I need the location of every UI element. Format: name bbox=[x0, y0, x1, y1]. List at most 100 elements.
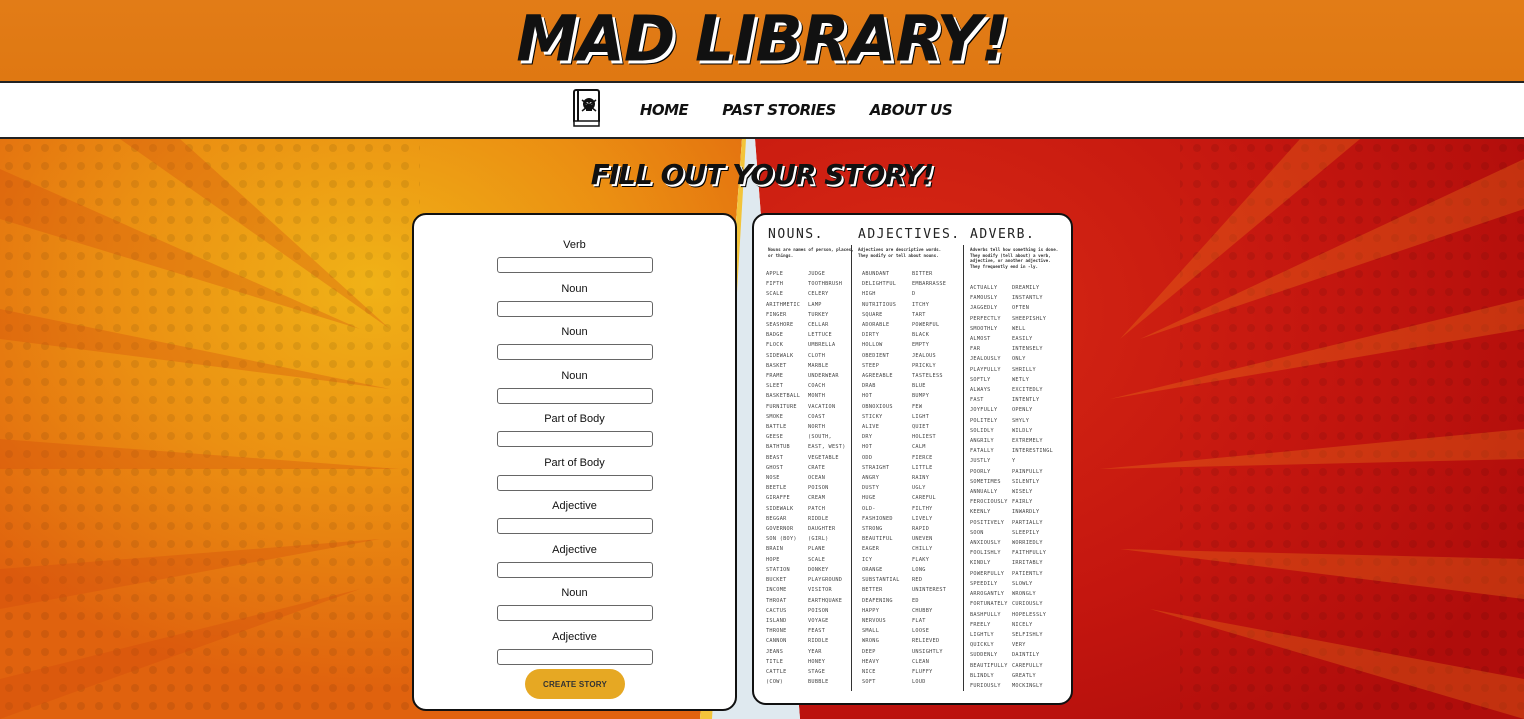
skull-book-icon bbox=[572, 88, 600, 127]
word-item: POISON bbox=[808, 485, 829, 492]
word-item: HOPE bbox=[766, 556, 780, 563]
word-item: ITCHY bbox=[912, 301, 930, 308]
word-item: BUCKET bbox=[766, 577, 787, 584]
word-item: FIFTH bbox=[766, 281, 784, 288]
adjective-input-2[interactable] bbox=[496, 561, 653, 578]
part-of-body-input-2[interactable] bbox=[496, 474, 653, 491]
word-item: SOFTLY bbox=[970, 376, 991, 383]
word-item: FREELY bbox=[970, 621, 991, 628]
word-item: NORTH bbox=[808, 424, 826, 431]
noun-input-4[interactable] bbox=[496, 604, 653, 621]
verb-input[interactable] bbox=[496, 256, 653, 273]
word-item: SPEEDILY bbox=[970, 580, 998, 587]
word-item: PRICKLY bbox=[912, 362, 936, 369]
word-item: FAMOUSLY bbox=[970, 295, 998, 302]
word-item: CALM bbox=[912, 444, 926, 451]
word-item: ABUNDANT bbox=[862, 271, 890, 277]
word-item: UNDERWEAR bbox=[808, 373, 839, 380]
word-item: JUDGE bbox=[808, 271, 826, 277]
word-item: PARTIALLY bbox=[1012, 519, 1043, 526]
word-item: ANXIOUSLY bbox=[970, 540, 1001, 547]
form-field: Noun bbox=[414, 283, 735, 317]
word-item: PATCH bbox=[808, 505, 826, 512]
word-item: VISITOR bbox=[808, 587, 832, 594]
word-item: ALIVE bbox=[862, 424, 880, 431]
part-of-body-input-1[interactable] bbox=[496, 430, 653, 447]
word-item: HUGE bbox=[862, 495, 876, 502]
word-item: OCEAN bbox=[808, 475, 826, 482]
word-item: WORRIEDLY bbox=[1012, 540, 1043, 547]
word-item: FASHIONED bbox=[862, 515, 893, 522]
form-field: Verb bbox=[414, 239, 735, 273]
nav-past-stories-link[interactable]: PAST STORIES bbox=[722, 101, 836, 119]
word-item: JEALOUS bbox=[912, 352, 936, 359]
word-item: FLUFFY bbox=[912, 668, 933, 675]
nav-about-us-link[interactable]: ABOUT US bbox=[870, 101, 953, 119]
noun-input-2[interactable] bbox=[496, 343, 653, 360]
word-item: LIVELY bbox=[912, 515, 933, 522]
field-label: Noun bbox=[561, 370, 588, 382]
word-item: BADGE bbox=[766, 332, 784, 339]
word-item: JEALOUSLY bbox=[970, 356, 1001, 363]
word-item: LIGHTLY bbox=[970, 631, 994, 638]
word-item: SOLIDLY bbox=[970, 427, 994, 434]
word-item: SLEEPILY bbox=[1012, 529, 1040, 536]
noun-input-3[interactable] bbox=[496, 387, 653, 404]
word-item: SMOKE bbox=[766, 413, 784, 420]
word-item: FEROCIOUSLY bbox=[970, 499, 1008, 506]
field-label: Adjective bbox=[552, 500, 597, 512]
word-item: ED bbox=[912, 597, 919, 604]
nav-home-link[interactable]: HOME bbox=[640, 101, 689, 119]
form-field: Part of Body bbox=[414, 457, 735, 491]
field-label: Noun bbox=[561, 587, 588, 599]
word-item: SHEEPISHLY bbox=[1012, 315, 1047, 322]
word-item: HOLLOW bbox=[862, 342, 883, 349]
word-item: VEGETABLE bbox=[808, 454, 839, 461]
word-item: EAGER bbox=[862, 546, 880, 553]
word-item: CELERY bbox=[808, 291, 829, 298]
word-item: BRAIN bbox=[766, 546, 784, 553]
word-item: RED bbox=[912, 577, 923, 584]
word-item: CACTUS bbox=[766, 607, 787, 614]
word-item: PLANE bbox=[808, 546, 826, 553]
adjectives-list-1: ABUNDANT DELIGHTFUL HIGH NUTRITIOUS SQUARE AD… bbox=[862, 269, 900, 687]
column-divider bbox=[963, 245, 964, 691]
word-item: PAINFULLY bbox=[1012, 468, 1043, 475]
word-item: WETLY bbox=[1012, 376, 1030, 383]
word-item: RIDDLE bbox=[808, 515, 829, 522]
word-item: (SOUTH, bbox=[808, 434, 832, 441]
word-item: SILENTLY bbox=[1012, 478, 1040, 485]
word-item: WRONG bbox=[862, 638, 880, 645]
word-item: FLAKY bbox=[912, 556, 930, 563]
word-item: IRRITABLY bbox=[1012, 560, 1043, 567]
word-item: CAREFULLY bbox=[1012, 662, 1043, 669]
word-item: POWERFULLY bbox=[970, 570, 1005, 577]
word-item: PLAYGROUND bbox=[808, 577, 843, 584]
word-item: CHILLY bbox=[912, 546, 933, 553]
create-story-button[interactable]: CREATE STORY bbox=[525, 669, 625, 699]
word-item: INTERESTINGL bbox=[1012, 448, 1054, 455]
word-item: TOOTHBRUSH bbox=[808, 281, 843, 288]
word-item: POSITIVELY bbox=[970, 519, 1005, 526]
word-item: SIDEWALK bbox=[766, 352, 794, 359]
adjective-input-1[interactable] bbox=[496, 517, 653, 534]
nouns-list-2: JUDGE TOOTHBRUSH CELERY LAMP TURKEY CELLAR LET… bbox=[808, 269, 846, 687]
word-item: THRONE bbox=[766, 628, 787, 635]
word-item: EAST, WEST) bbox=[808, 444, 846, 451]
word-item: UMBRELLA bbox=[808, 342, 836, 349]
field-label: Part of Body bbox=[544, 413, 605, 425]
word-item: CHUBBY bbox=[912, 607, 933, 614]
word-item: D bbox=[912, 291, 916, 298]
word-item: SQUARE bbox=[862, 311, 883, 318]
home-logo-link[interactable] bbox=[572, 88, 606, 132]
word-item: CLOTH bbox=[808, 352, 826, 359]
word-item: DONKEY bbox=[808, 566, 829, 573]
noun-input-1[interactable] bbox=[496, 300, 653, 317]
adjective-input-3[interactable] bbox=[496, 648, 653, 665]
word-item: LOUD bbox=[912, 679, 926, 686]
word-item: BASKETBALL bbox=[766, 393, 801, 400]
word-item: SOFT bbox=[862, 679, 876, 686]
word-item: NICE bbox=[862, 668, 876, 675]
word-item: SELFISHLY bbox=[1012, 631, 1043, 638]
word-item: OFTEN bbox=[1012, 305, 1030, 312]
